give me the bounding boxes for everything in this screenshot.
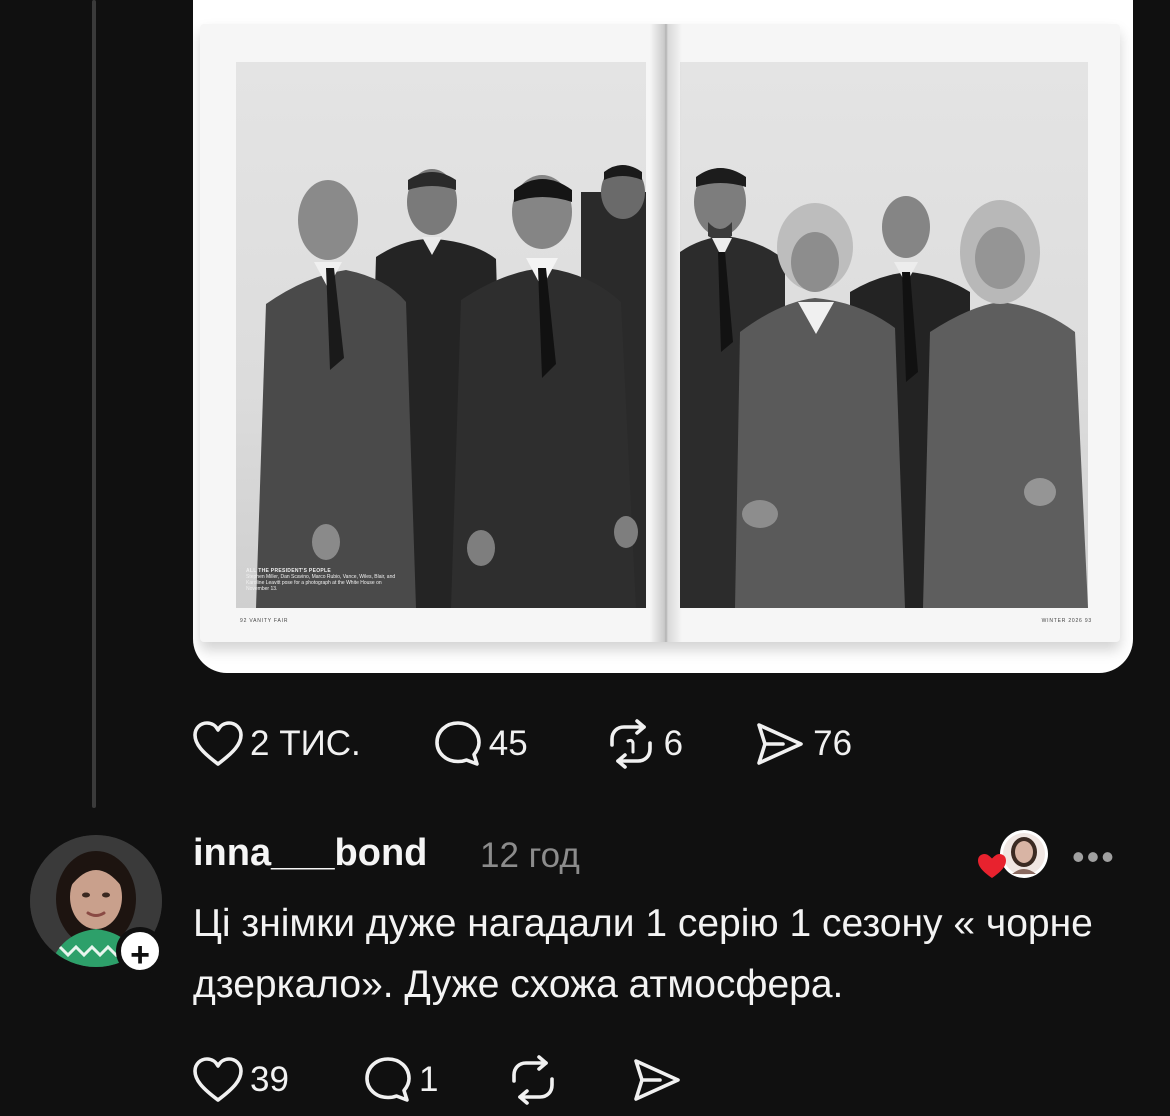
comment-like-count: 39 [250, 1060, 289, 1099]
plus-icon: + [130, 936, 150, 974]
comment-icon [434, 721, 481, 766]
group-photo-left-figures [256, 165, 646, 608]
heart-icon [193, 721, 243, 766]
share-count: 76 [813, 724, 853, 763]
follow-button[interactable]: + [116, 927, 164, 975]
repost-button[interactable]: 6 [604, 719, 683, 769]
comment-text: Ці знімки дуже нагадали 1 серію 1 сезону… [193, 902, 1093, 1006]
comment-reply-button[interactable]: 1 [363, 1055, 438, 1105]
commenter-avatar-container[interactable]: + [30, 835, 164, 975]
more-options-button[interactable]: ••• [1072, 836, 1116, 878]
share-icon [634, 1059, 681, 1101]
heart-icon [978, 854, 1006, 878]
share-button[interactable]: 76 [753, 720, 852, 768]
spread-gutter-shadow [650, 24, 682, 642]
comment-button[interactable]: 45 [433, 719, 528, 769]
comment-reply-count: 1 [418, 1060, 439, 1099]
like-button[interactable]: 2 ТИС. [192, 720, 361, 768]
group-photo-right-figures [680, 168, 1088, 608]
heart-icon [193, 1057, 243, 1102]
comment-repost-button[interactable] [506, 1055, 560, 1105]
author-liked-indicator [974, 828, 1054, 884]
photo-caption: ALL THE PRESIDENT'S PEOPLE Stephen Mille… [246, 568, 396, 592]
repost-count: 6 [663, 724, 684, 763]
comment-username[interactable]: inna___bond [193, 832, 427, 875]
photo-caption-body: Stephen Miller, Dan Scavino, Marco Rubio… [246, 574, 396, 592]
page-folio-right: WINTER 2026 93 [1041, 618, 1092, 624]
comment-like-button[interactable]: 39 [192, 1056, 289, 1104]
author-liked-avatar [978, 830, 1048, 878]
repost-icon [512, 1055, 555, 1105]
group-photo-left: ALL THE PRESIDENT'S PEOPLE Stephen Mille… [236, 62, 646, 608]
repost-icon [609, 719, 652, 769]
share-icon [757, 723, 803, 765]
more-icon: ••• [1072, 836, 1116, 877]
comment-icon [365, 1057, 411, 1102]
comment-actions-bar: 39 1 [190, 1052, 684, 1108]
page-folio-left: 92 VANITY FAIR [240, 618, 289, 624]
post-actions-bar: 2 ТИС. 45 6 76 [190, 716, 852, 772]
comment-timestamp: 12 год [480, 836, 580, 875]
group-photo-right [680, 62, 1088, 608]
thread-connector-line [92, 0, 96, 808]
comment-count: 45 [488, 724, 528, 763]
comment-share-button[interactable] [630, 1056, 684, 1104]
magazine-spread: ALL THE PRESIDENT'S PEOPLE Stephen Mille… [200, 24, 1120, 642]
post-image[interactable]: ALL THE PRESIDENT'S PEOPLE Stephen Mille… [193, 0, 1133, 673]
like-count: 2 ТИС. [250, 724, 361, 763]
